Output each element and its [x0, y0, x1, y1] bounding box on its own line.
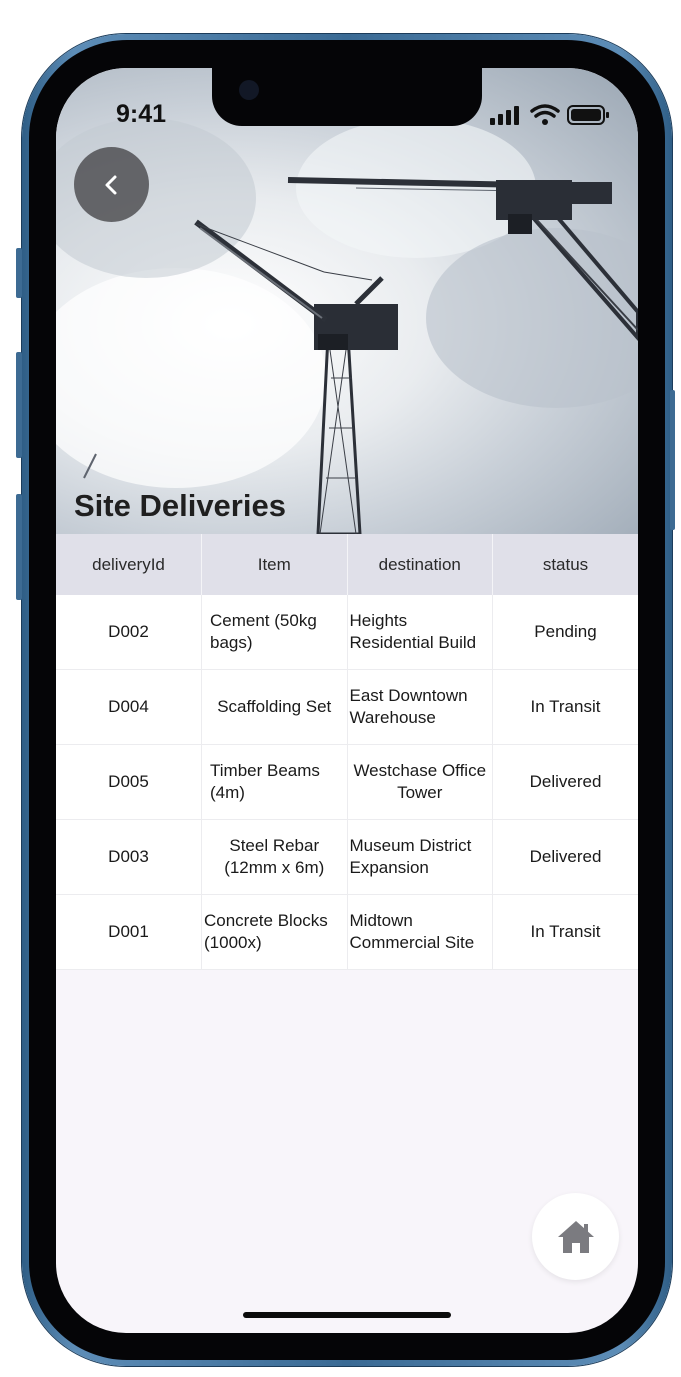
cell-delivery-id: D003: [56, 819, 202, 895]
cell-destination: Westchase Office Tower: [347, 744, 493, 820]
table-body: D002 Cement (50kg bags) Heights Resident…: [56, 595, 638, 970]
table-row[interactable]: D002 Cement (50kg bags) Heights Resident…: [56, 595, 638, 670]
deliveries-table: deliveryId Item destination status D002 …: [56, 534, 638, 970]
cell-destination: Heights Residential Build: [347, 595, 493, 670]
cell-delivery-id: D002: [56, 595, 202, 670]
table-row[interactable]: D004 Scaffolding Set East Downtown Wareh…: [56, 669, 638, 745]
table-row[interactable]: D001 Concrete Blocks (1000x) Midtown Com…: [56, 894, 638, 970]
cell-status: In Transit: [492, 669, 638, 745]
cell-destination: East Downtown Warehouse: [347, 669, 493, 745]
cell-item: Concrete Blocks (1000x): [201, 894, 348, 970]
status-icons: [490, 104, 609, 125]
column-header-item[interactable]: Item: [201, 534, 348, 595]
cell-delivery-id: D001: [56, 894, 202, 970]
front-camera: [239, 80, 259, 100]
status-time: 9:41: [116, 100, 167, 128]
cell-item: Scaffolding Set: [201, 669, 348, 745]
cell-status: Delivered: [492, 819, 638, 895]
cell-item: Cement (50kg bags): [201, 595, 348, 670]
page-title: Site Deliveries: [74, 488, 286, 523]
cell-destination: Museum District Expansion: [347, 819, 493, 895]
back-button[interactable]: [74, 147, 149, 222]
cell-item: Timber Beams (4m): [201, 744, 348, 820]
cranes-illustration: [56, 118, 638, 534]
volume-down-button: [16, 494, 22, 600]
hero-image: [56, 68, 638, 534]
cellular-signal-icon: [490, 106, 519, 125]
mute-switch: [16, 248, 22, 298]
app-screen: 9:41 Site Deliveries deliveryId Item des…: [56, 68, 638, 1333]
home-icon: [557, 1220, 594, 1253]
volume-up-button: [16, 352, 22, 458]
table-row[interactable]: D005 Timber Beams (4m) Westchase Office …: [56, 744, 638, 820]
table-header: deliveryId Item destination status: [56, 534, 638, 595]
cell-status: Delivered: [492, 744, 638, 820]
cell-delivery-id: D005: [56, 744, 202, 820]
cell-item: Steel Rebar (12mm x 6m): [201, 819, 348, 895]
cell-status: In Transit: [492, 894, 638, 970]
home-button[interactable]: [532, 1193, 619, 1280]
column-header-status[interactable]: status: [492, 534, 638, 595]
cell-destination: Midtown Commercial Site: [347, 894, 493, 970]
power-button: [670, 390, 675, 530]
header-row: deliveryId Item destination status: [56, 534, 638, 595]
battery-icon: [567, 105, 609, 125]
column-header-deliveryid[interactable]: deliveryId: [56, 534, 202, 595]
wifi-icon: [530, 104, 560, 125]
cell-status: Pending: [492, 595, 638, 670]
column-header-destination[interactable]: destination: [347, 534, 493, 595]
cell-delivery-id: D004: [56, 669, 202, 745]
chevron-left-icon: [105, 175, 116, 194]
table-row[interactable]: D003 Steel Rebar (12mm x 6m) Museum Dist…: [56, 819, 638, 895]
home-indicator: [243, 1312, 451, 1318]
